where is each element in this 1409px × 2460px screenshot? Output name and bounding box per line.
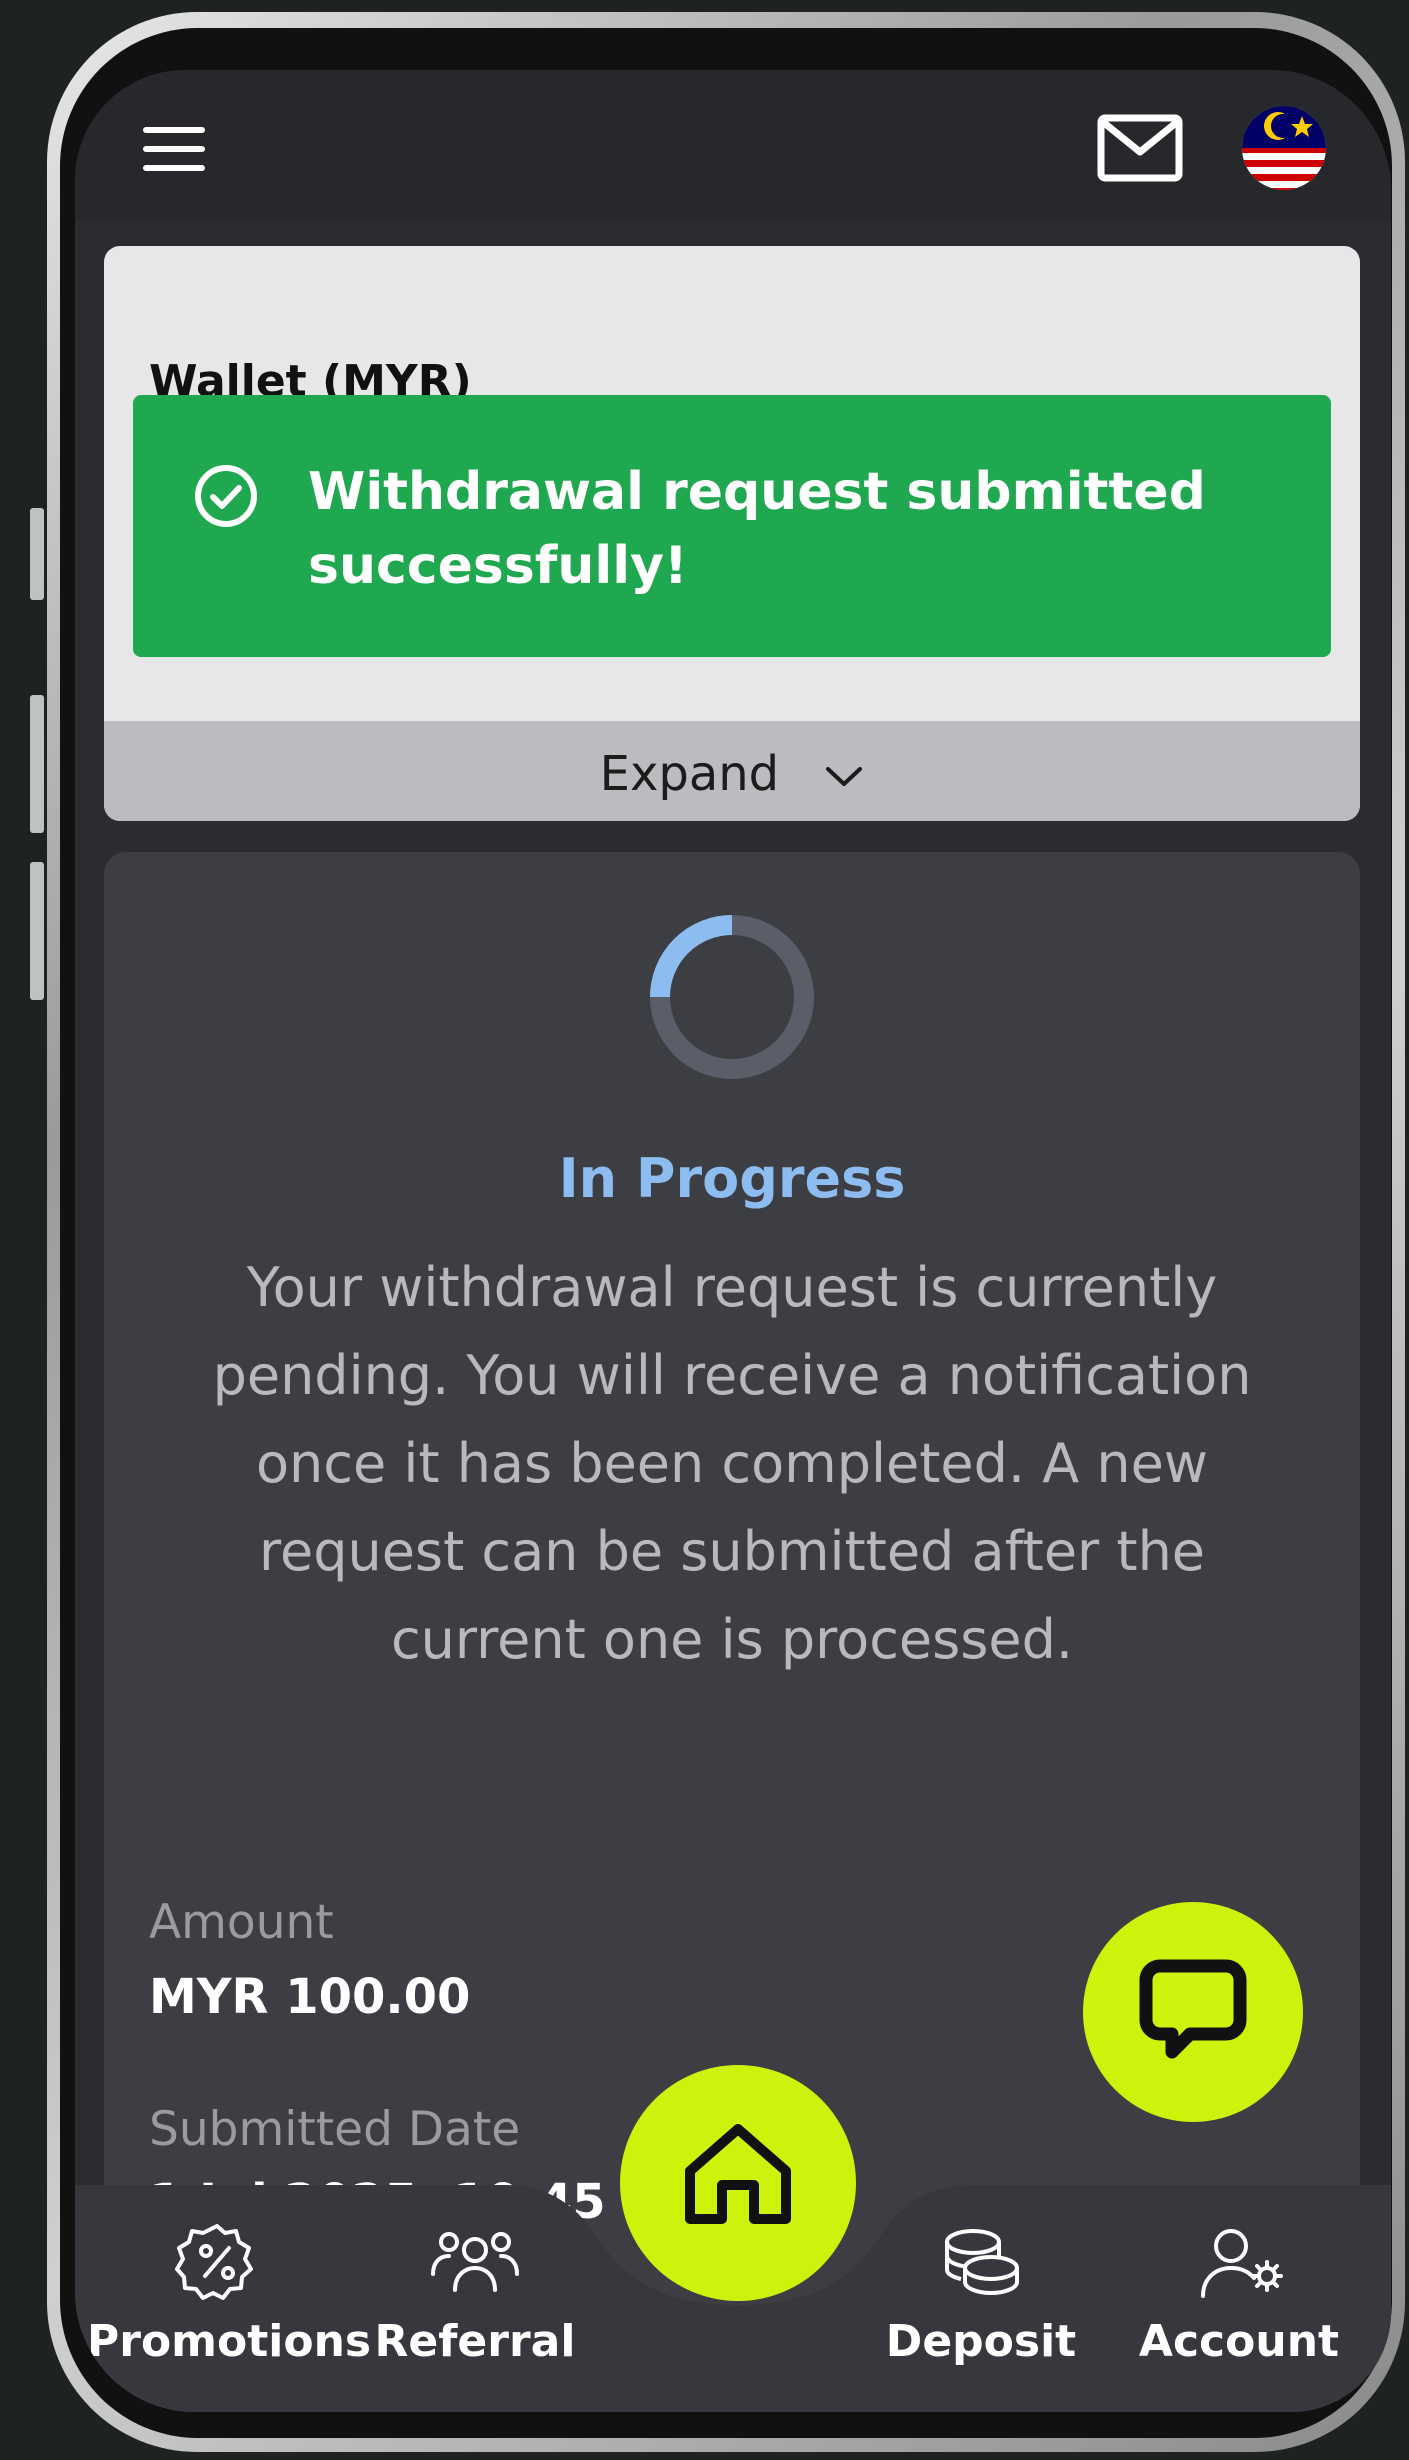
amount-label: Amount	[149, 1895, 334, 1950]
expand-row: Expand	[104, 746, 1360, 802]
hamburger-menu-icon[interactable]	[143, 125, 205, 173]
expand-button[interactable]: Expand	[104, 721, 1360, 821]
home-icon	[685, 2124, 791, 2224]
phone-side-button	[30, 508, 44, 600]
envelope-icon[interactable]	[1097, 114, 1183, 182]
top-bar	[75, 70, 1391, 220]
coins-stack-icon	[945, 2229, 1019, 2296]
nav-referral[interactable]: Referral	[345, 2220, 605, 2367]
status-title: In Progress	[558, 1147, 906, 1210]
loading-spinner-icon	[650, 915, 814, 1079]
status-description: Your withdrawal request is currently pen…	[212, 1256, 1252, 1671]
nav-deposit[interactable]: Deposit	[851, 2220, 1111, 2367]
nav-home-button[interactable]	[620, 2065, 856, 2301]
success-toast[interactable]: Withdrawal request submitted successfull…	[133, 395, 1331, 657]
expand-label: Expand	[599, 746, 780, 802]
toast-message: Withdrawal request submitted successfull…	[308, 462, 1206, 596]
phone-side-button	[30, 862, 44, 1000]
nav-account-label: Account	[1138, 2316, 1340, 2367]
nav-account[interactable]: Account	[1109, 2220, 1369, 2367]
percent-badge-icon	[175, 2224, 253, 2300]
phone-side-button	[30, 695, 44, 833]
user-settings-icon	[1201, 2229, 1283, 2298]
nav-deposit-label: Deposit	[885, 2316, 1077, 2367]
chat-bubble-icon	[1139, 1959, 1247, 2059]
chat-button[interactable]	[1083, 1902, 1303, 2122]
nav-referral-label: Referral	[374, 2316, 576, 2367]
amount-value: MYR 100.00	[149, 1969, 471, 2025]
nav-promotions[interactable]: Promotions	[87, 2220, 372, 2367]
phone-screen: Wallet (MYR) Expand Withdrawal request s…	[75, 70, 1391, 2412]
check-circle-icon	[195, 465, 257, 527]
nav-promotions-label: Promotions	[87, 2316, 372, 2367]
malaysia-flag-icon[interactable]	[1240, 104, 1328, 192]
chevron-down-icon	[826, 767, 863, 786]
submitted-date-label: Submitted Date	[149, 2102, 521, 2157]
users-group-icon	[431, 2232, 519, 2292]
